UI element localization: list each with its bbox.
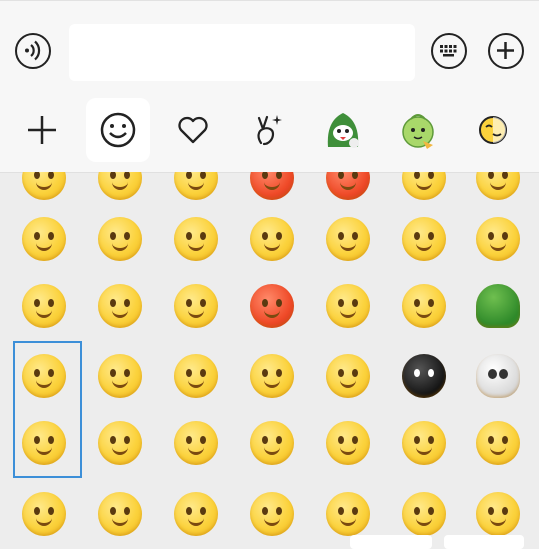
black-bomb-face-icon: [402, 354, 446, 398]
drooling-face-icon: [326, 217, 370, 261]
emoji-black-bomb-face[interactable]: [388, 340, 460, 412]
red-face-icon: [402, 172, 446, 200]
rolling-eyes-face-icon: [98, 284, 142, 328]
emoji-facepalm-face[interactable]: [84, 478, 156, 547]
happy-laugh-face-icon: [402, 492, 446, 536]
dazed-face-icon: [174, 284, 218, 328]
shocked-face-icon: [22, 284, 66, 328]
grinning-face-icon: [402, 284, 446, 328]
emoji-nervous-face[interactable]: [160, 407, 232, 479]
turtle-icon: [476, 284, 520, 328]
emoji-dizzy-face[interactable]: [312, 340, 384, 412]
emoji-frowning-face[interactable]: [84, 203, 156, 275]
yellow-face-sticker-icon: [479, 116, 507, 144]
heart-icon: [178, 116, 208, 144]
emoji-shush-face[interactable]: [236, 340, 308, 412]
sweating-face-icon: [326, 284, 370, 328]
emoji-blushing-face[interactable]: [160, 203, 232, 275]
victory-hand-icon: [257, 115, 282, 146]
hammer-icon: [22, 421, 66, 465]
emoji-grinning-face[interactable]: [388, 270, 460, 342]
crying-face-icon: [174, 172, 218, 200]
tab-add[interactable]: [10, 98, 74, 162]
pouting-face-icon: [174, 492, 218, 536]
message-input[interactable]: [69, 24, 415, 81]
sealed-mouth-face-icon: [22, 172, 66, 200]
emoji-pouting-face[interactable]: [160, 478, 232, 547]
keyboard-button[interactable]: [431, 33, 467, 69]
emoji-crying-loudly-face[interactable]: [236, 203, 308, 275]
plus-circle-icon: [497, 42, 514, 59]
emoji-hugging-face[interactable]: [236, 478, 308, 547]
crying-loudly-face-icon: [250, 217, 294, 261]
face-partial-icon: [98, 172, 142, 200]
sly-face-icon: [476, 421, 520, 465]
tab-emoji[interactable]: [86, 98, 150, 162]
kissing-face-icon: [22, 492, 66, 536]
voice-button[interactable]: [15, 33, 51, 69]
emoji-headband-face[interactable]: [8, 340, 80, 412]
big-grin-face-icon: [402, 421, 446, 465]
emoji-pleading-face[interactable]: [236, 407, 308, 479]
emoji-laughing-hand-face[interactable]: [388, 203, 460, 275]
plus-icon: [28, 116, 56, 144]
emoji-hammer[interactable]: [8, 407, 80, 479]
tab-sticker-pack-3[interactable]: [461, 98, 525, 162]
emoji-tab-bar: [0, 92, 539, 173]
frowning-face-icon: [98, 217, 142, 261]
emoji-surprised-face[interactable]: [8, 203, 80, 275]
emoji-sweating-face[interactable]: [312, 270, 384, 342]
emoji-turtle[interactable]: [462, 270, 534, 342]
keyboard-icon: [440, 45, 457, 57]
blushing-face-icon: [174, 217, 218, 261]
hugging-face-icon: [250, 492, 294, 536]
tab-favorites[interactable]: [161, 98, 225, 162]
pleading-face-icon: [250, 421, 294, 465]
emoji-kissing-face[interactable]: [8, 478, 80, 547]
emoji-rolling-eyes-face[interactable]: [84, 270, 156, 342]
emoji-skull[interactable]: [462, 340, 534, 412]
nervous-face-icon: [174, 421, 218, 465]
angry-red-face-icon: [250, 284, 294, 328]
voice-icon: [25, 40, 41, 61]
surprised-face-icon: [22, 217, 66, 261]
emoji-angry-red-face-3[interactable]: [236, 270, 308, 342]
facepalm-face-icon: [98, 492, 142, 536]
tab-gestures[interactable]: [236, 98, 300, 162]
emoji-shocked-face[interactable]: [8, 270, 80, 342]
headband-face-icon: [22, 354, 66, 398]
emoji-tongue-out-face[interactable]: [84, 340, 156, 412]
emoji-sly-face[interactable]: [462, 407, 534, 479]
shush-face-icon: [250, 354, 294, 398]
angry-red-face-icon: [250, 172, 294, 200]
emoji-big-grin-face[interactable]: [388, 407, 460, 479]
confused-face-icon: [174, 354, 218, 398]
skull-icon: [476, 354, 520, 398]
tab-sticker-pack-1[interactable]: [311, 98, 375, 162]
dizzy-face-icon: [326, 354, 370, 398]
green-character-sticker-icon: [327, 113, 359, 148]
emoji-shy-face[interactable]: [312, 407, 384, 479]
emoji-thinking-face[interactable]: [84, 407, 156, 479]
worried-face-icon: [326, 492, 370, 536]
tongue-out-face-icon: [98, 354, 142, 398]
angry-red-face-icon: [326, 172, 370, 200]
smiley-icon: [100, 112, 136, 148]
thinking-face-icon: [98, 421, 142, 465]
grinning-teeth-face-icon: [476, 172, 520, 200]
shy-face-icon: [326, 421, 370, 465]
emoji-confused-face[interactable]: [160, 340, 232, 412]
add-button[interactable]: [488, 33, 524, 69]
melon-character-sticker-icon: [402, 114, 434, 149]
scheming-face-icon: [476, 492, 520, 536]
emoji-dazed-face[interactable]: [160, 270, 232, 342]
smiling-face-icon: [476, 217, 520, 261]
emoji-drooling-face[interactable]: [312, 203, 384, 275]
input-bar: [0, 0, 539, 93]
laughing-hand-face-icon: [402, 217, 446, 261]
tab-sticker-pack-2[interactable]: [386, 98, 450, 162]
emoji-grid: [0, 172, 539, 547]
emoji-smiling-face[interactable]: [462, 203, 534, 275]
